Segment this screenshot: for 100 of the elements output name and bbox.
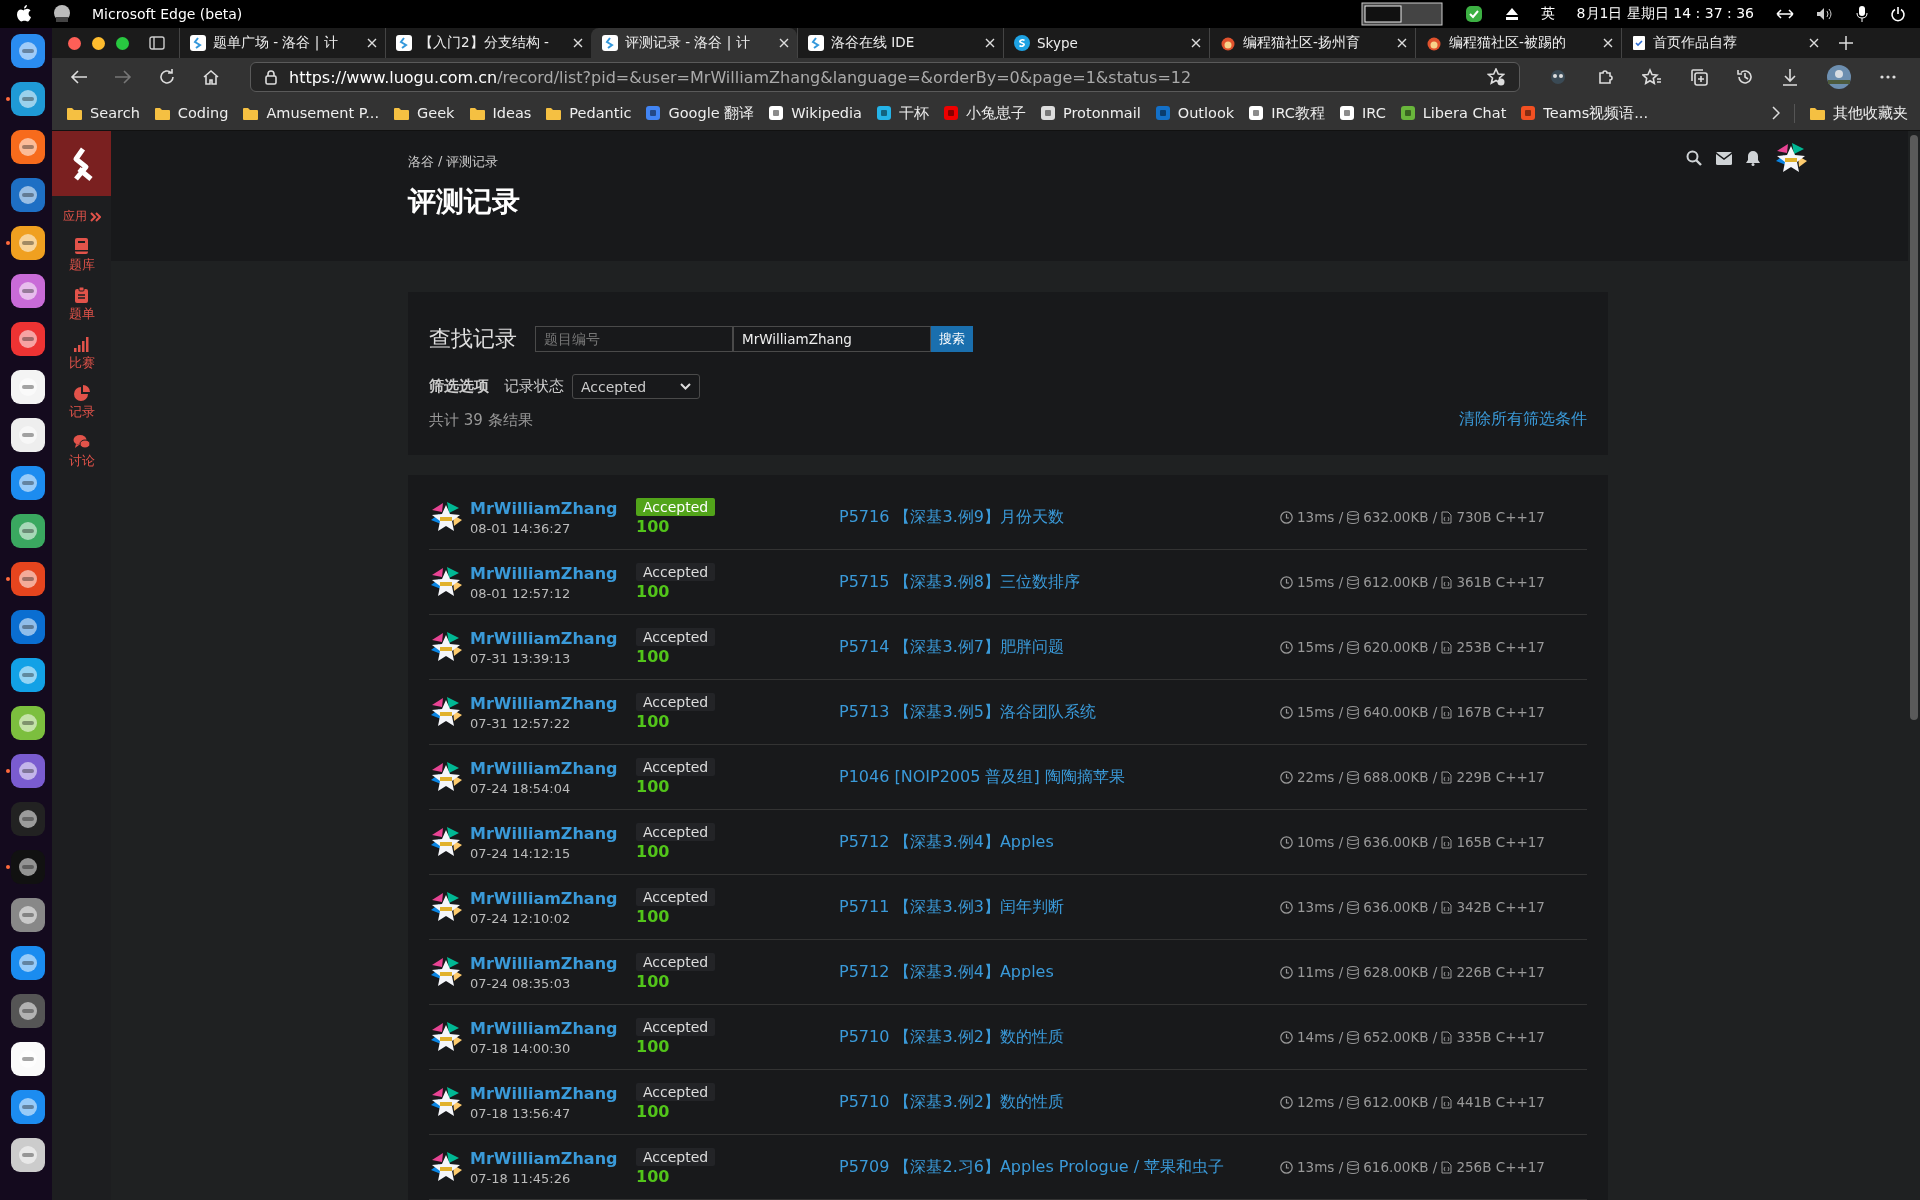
bookmark[interactable]: Outlook — [1154, 105, 1235, 121]
user-field[interactable]: MrWilliamZhang — [733, 326, 931, 352]
bookmark[interactable]: Search — [66, 105, 140, 121]
app-name[interactable]: Microsoft Edge (beta) — [92, 6, 243, 22]
volume-icon[interactable] — [1816, 7, 1834, 21]
bookmark[interactable]: Pedantic — [545, 105, 632, 121]
search-button[interactable]: 搜索 — [931, 326, 973, 352]
scrollbar-thumb[interactable] — [1910, 135, 1918, 720]
download-icon[interactable] — [1782, 68, 1798, 86]
profile-avatar-icon[interactable] — [1826, 64, 1852, 90]
user-avatar[interactable] — [429, 695, 463, 729]
bookmark[interactable]: Google 翻译 — [645, 103, 755, 123]
bookmark[interactable]: Ideas — [468, 105, 532, 121]
favorites-icon[interactable] — [1642, 68, 1662, 86]
extensions-icon[interactable] — [1596, 68, 1614, 86]
bookmark[interactable]: Coding — [153, 105, 229, 121]
address-bar[interactable]: https://www.luogu.com.cn/record/list?pid=&user=MrWilliamZhang&language=&orderBy=0&page=1&status=12 — [250, 62, 1520, 92]
app-icon[interactable] — [10, 464, 46, 501]
bell-icon[interactable] — [1746, 150, 1760, 166]
status-tag[interactable]: Accepted — [636, 628, 716, 646]
breadcrumb-link[interactable]: 评测记录 — [446, 153, 499, 171]
user-avatar[interactable] — [429, 630, 463, 664]
app-icon[interactable] — [10, 272, 46, 309]
problem-link[interactable]: P5709 【深基2.习6】Apples Prologue / 苹果和虫子 — [839, 1156, 1280, 1178]
display-icon[interactable] — [1360, 2, 1443, 26]
logo[interactable] — [52, 131, 111, 196]
app-icon[interactable] — [10, 848, 46, 885]
app-icon[interactable] — [10, 704, 46, 741]
nav-item[interactable]: 比赛 — [68, 335, 95, 372]
new-tab-icon[interactable] — [1839, 36, 1853, 50]
eject-icon[interactable] — [1504, 7, 1519, 21]
app-icon[interactable] — [10, 80, 46, 117]
app-icon[interactable] — [10, 992, 46, 1029]
problem-link[interactable]: P5715 【深基3.例8】三位数排序 — [839, 571, 1280, 593]
bookmark[interactable]: IRC教程 — [1248, 103, 1325, 123]
app-icon[interactable] — [10, 896, 46, 933]
tab-actions-icon[interactable] — [149, 36, 165, 50]
close-icon[interactable] — [68, 36, 81, 50]
more-icon[interactable] — [1880, 75, 1896, 79]
extension-character-icon[interactable] — [1548, 68, 1568, 86]
bookmark[interactable]: Wikipedia — [768, 105, 862, 121]
app-icon[interactable] — [10, 560, 46, 597]
close-icon[interactable] — [1397, 38, 1407, 48]
power-icon[interactable] — [1890, 6, 1906, 22]
status-tag[interactable]: Accepted — [636, 1018, 716, 1036]
app-icon[interactable] — [10, 608, 46, 645]
close-icon[interactable] — [573, 38, 583, 48]
user-avatar[interactable] — [429, 1085, 463, 1119]
username-link[interactable]: MrWilliamZhang — [470, 628, 618, 648]
app-icon[interactable] — [10, 176, 46, 213]
status-tag[interactable]: Accepted — [636, 823, 716, 841]
bookmark[interactable]: Amusement P... — [242, 105, 379, 121]
collections-icon[interactable] — [1690, 68, 1708, 86]
close-icon[interactable] — [367, 38, 377, 48]
user-avatar[interactable] — [429, 890, 463, 924]
problem-link[interactable]: P5716 【深基3.例9】月份天数 — [839, 506, 1280, 528]
app-icon[interactable] — [10, 512, 46, 549]
app-icon[interactable] — [10, 1136, 46, 1173]
username-link[interactable]: MrWilliamZhang — [470, 758, 618, 778]
bookmark[interactable]: Libera Chat — [1399, 105, 1507, 121]
browser-tab[interactable]: 评测记录 - 洛谷 | 计 — [591, 28, 797, 58]
username-link[interactable]: MrWilliamZhang — [470, 498, 618, 518]
minimize-icon[interactable] — [92, 36, 105, 50]
username-link[interactable]: MrWilliamZhang — [470, 563, 618, 583]
problem-link[interactable]: P1046 [NOIP2005 普及组] 陶陶摘苹果 — [839, 766, 1280, 788]
bookmark[interactable]: IRC — [1339, 105, 1386, 121]
clear-filters-link[interactable]: 清除所有筛选条件 — [1459, 409, 1587, 430]
app-icon[interactable] — [10, 1040, 46, 1077]
app-icon[interactable] — [10, 944, 46, 981]
status-tag[interactable]: Accepted — [636, 693, 716, 711]
username-link[interactable]: MrWilliamZhang — [470, 1083, 618, 1103]
app-icon[interactable] — [10, 368, 46, 405]
close-icon[interactable] — [985, 38, 995, 48]
maximize-icon[interactable] — [116, 36, 129, 50]
app-icon[interactable] — [10, 800, 46, 837]
breadcrumb-link[interactable]: 洛谷 — [408, 153, 434, 171]
nav-item[interactable]: 讨论 — [68, 433, 95, 470]
user-avatar[interactable] — [429, 1150, 463, 1184]
bookmark[interactable]: Protonmail — [1039, 105, 1141, 121]
close-icon[interactable] — [1603, 38, 1613, 48]
user-avatar[interactable] — [429, 955, 463, 989]
username-link[interactable]: MrWilliamZhang — [470, 693, 618, 713]
close-icon[interactable] — [779, 38, 789, 48]
close-icon[interactable] — [1809, 38, 1819, 48]
reload-icon[interactable] — [158, 68, 176, 86]
home-icon[interactable] — [202, 68, 220, 86]
problem-link[interactable]: P5712 【深基3.例4】Apples — [839, 831, 1280, 853]
app-icon[interactable] — [10, 416, 46, 453]
clock[interactable]: 8月1日 星期日 14 : 37 : 36 — [1576, 5, 1754, 23]
problem-link[interactable]: P5710 【深基3.例2】数的性质 — [839, 1026, 1280, 1048]
add-favorite-icon[interactable] — [1487, 68, 1505, 86]
username-link[interactable]: MrWilliamZhang — [470, 1148, 618, 1168]
app-icon[interactable] — [10, 1088, 46, 1125]
app-icon[interactable] — [10, 656, 46, 693]
status-tag[interactable]: Accepted — [636, 888, 716, 906]
microphone-icon[interactable] — [1856, 6, 1868, 22]
input-method[interactable]: 英 — [1540, 5, 1555, 23]
bookmark[interactable]: 其他收藏夹 — [1794, 103, 1908, 123]
user-avatar[interactable] — [429, 500, 463, 534]
app-icon[interactable] — [10, 128, 46, 165]
